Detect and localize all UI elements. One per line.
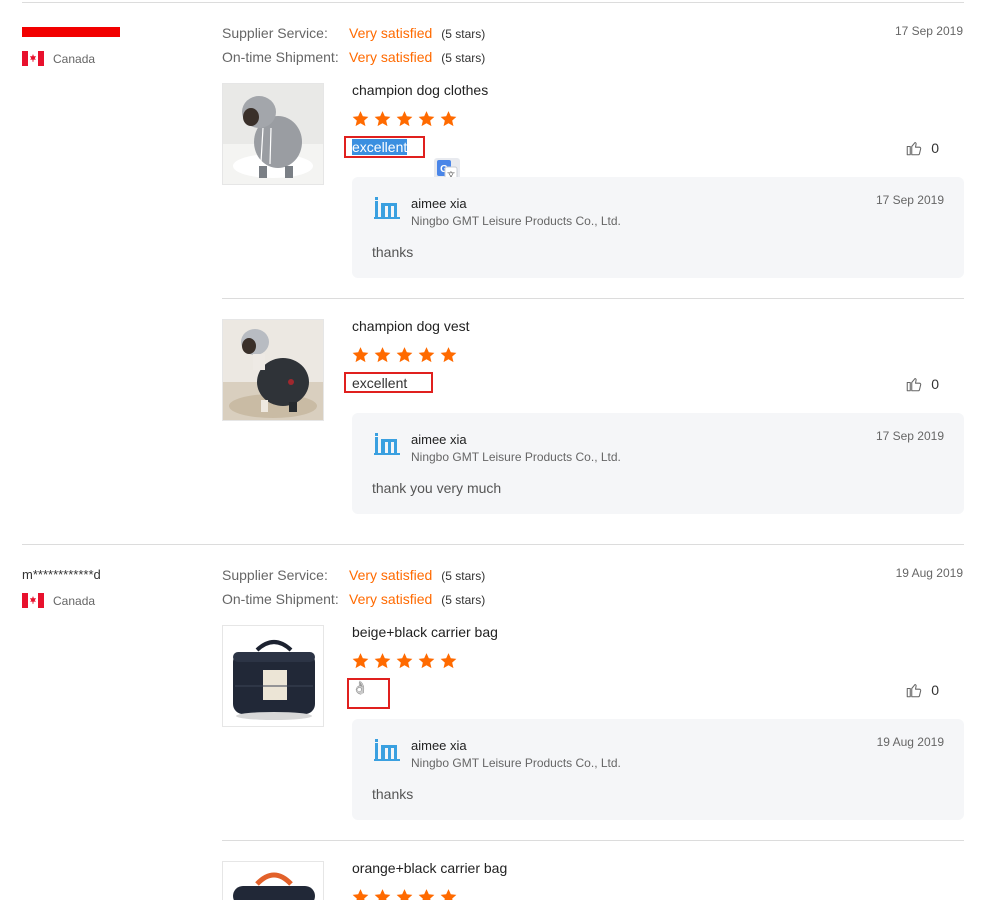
highlight-box: [347, 678, 390, 709]
star-icon: [418, 111, 435, 127]
gmt-logo-icon: [374, 739, 400, 761]
supplier-service-rating: Supplier Service: Very satisfied (5 star…: [222, 25, 486, 41]
product-thumbnail[interactable]: [222, 625, 324, 727]
like-button[interactable]: 0: [905, 375, 939, 393]
buyer-country: Canada: [22, 51, 95, 66]
star-icon: [396, 111, 413, 127]
product-thumbnail[interactable]: [222, 319, 324, 421]
thumbs-up-icon: [906, 684, 922, 698]
star-icon: [352, 889, 369, 900]
seller-reply: aimee xia Ningbo GMT Leisure Products Co…: [352, 413, 964, 514]
canada-flag-icon: [22, 51, 44, 66]
thumbs-up-icon: [906, 378, 922, 392]
product-name: orange+black carrier bag: [352, 860, 508, 876]
star-icon: [440, 347, 457, 363]
seller-name: aimee xia: [411, 432, 467, 447]
reply-text: thanks: [372, 244, 414, 260]
gmt-logo-icon: [374, 197, 400, 219]
gmt-logo-icon: [374, 433, 400, 455]
thumbs-up-icon: [906, 142, 922, 156]
star-icon: [352, 111, 369, 127]
like-count: 0: [931, 376, 939, 392]
review-date: 17 Sep 2019: [894, 24, 963, 38]
product-name: champion dog vest: [352, 318, 470, 334]
country-label: Canada: [53, 51, 96, 66]
top-divider: [22, 2, 964, 3]
star-icon: [352, 653, 369, 669]
product-name: champion dog clothes: [352, 82, 489, 98]
seller-name: aimee xia: [411, 196, 467, 211]
item-stars: [351, 346, 458, 364]
star-icon: [374, 653, 391, 669]
like-count: 0: [931, 140, 939, 156]
star-icon: [418, 889, 435, 900]
buyer-name: m************d: [22, 567, 101, 582]
item-stars: [351, 110, 458, 128]
like-button[interactable]: 0: [905, 681, 939, 699]
star-icon: [440, 653, 457, 669]
like-count: 0: [931, 682, 939, 698]
reply-date: 19 Aug 2019: [876, 735, 944, 749]
star-icon: [396, 889, 413, 900]
seller-company: Ningbo GMT Leisure Products Co., Ltd.: [411, 756, 621, 770]
reply-date: 17 Sep 2019: [875, 429, 944, 443]
reply-date: 17 Sep 2019: [875, 193, 944, 207]
seller-company: Ningbo GMT Leisure Products Co., Ltd.: [411, 214, 621, 228]
highlight-box: [344, 136, 425, 158]
reply-text: thanks: [372, 786, 414, 802]
seller-name: aimee xia: [411, 738, 467, 753]
like-button[interactable]: 0: [905, 139, 939, 157]
item-divider: [222, 840, 964, 841]
star-icon: [418, 347, 435, 363]
country-label: Canada: [53, 593, 96, 608]
review-divider: [22, 544, 964, 545]
star-icon: [352, 347, 369, 363]
star-icon: [440, 889, 457, 900]
star-icon: [374, 347, 391, 363]
item-stars: [351, 888, 458, 900]
buyer-country: Canada: [22, 593, 95, 608]
reply-text: thank you very much: [372, 480, 502, 496]
star-icon: [396, 653, 413, 669]
seller-reply: aimee xia Ningbo GMT Leisure Products Co…: [352, 719, 964, 820]
product-thumbnail[interactable]: [222, 861, 324, 900]
buyer-name-masked: [22, 27, 120, 37]
star-icon: [374, 889, 391, 900]
review-date: 19 Aug 2019: [895, 566, 963, 580]
seller-reply: aimee xia Ningbo GMT Leisure Products Co…: [352, 177, 964, 278]
shipment-rating: On-time Shipment: Very satisfied (5 star…: [222, 49, 486, 65]
shipment-rating: On-time Shipment: Very satisfied (5 star…: [222, 591, 486, 607]
product-name: beige+black carrier bag: [352, 624, 498, 640]
star-icon: [396, 347, 413, 363]
star-icon: [374, 111, 391, 127]
product-thumbnail[interactable]: [222, 83, 324, 185]
item-divider: [222, 298, 964, 299]
star-icon: [418, 653, 435, 669]
item-stars: [351, 652, 458, 670]
canada-flag-icon: [22, 593, 44, 608]
highlight-box: [344, 372, 433, 393]
star-icon: [440, 111, 457, 127]
seller-company: Ningbo GMT Leisure Products Co., Ltd.: [411, 450, 621, 464]
supplier-service-rating: Supplier Service: Very satisfied (5 star…: [222, 567, 486, 583]
